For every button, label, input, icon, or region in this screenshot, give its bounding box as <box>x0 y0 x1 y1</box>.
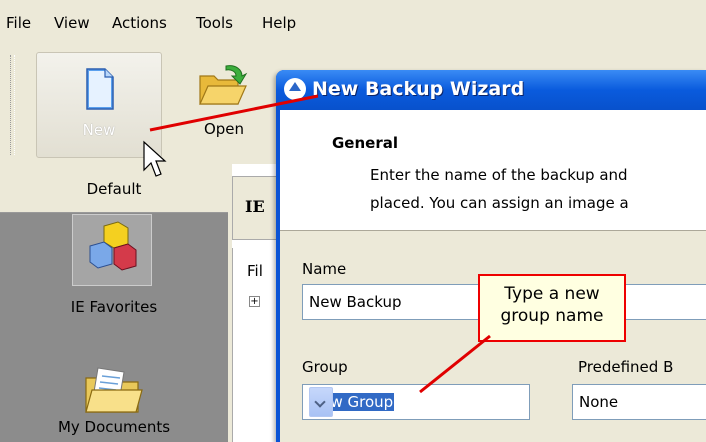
blocks-icon <box>89 221 137 271</box>
section-description: placed. You can assign an image a <box>370 194 629 212</box>
section-title: General <box>332 134 398 152</box>
toolbar-grip[interactable] <box>10 55 15 155</box>
callout-text: Type a new <box>504 284 600 304</box>
name-label: Name <box>302 260 347 278</box>
group-label: Group <box>302 358 348 376</box>
sidebar-tab-label: Default <box>86 180 142 198</box>
new-button-label: New <box>82 121 116 139</box>
open-button-label: Open <box>203 120 245 138</box>
open-button[interactable]: Open <box>184 52 264 156</box>
sidebar-tab-default[interactable]: Default <box>0 164 228 213</box>
menu-tools[interactable]: Tools <box>196 14 233 32</box>
section-description: Enter the name of the backup and <box>370 166 628 184</box>
menu-bar: File View Actions Tools Help <box>0 0 706 40</box>
menu-help[interactable]: Help <box>262 14 296 32</box>
predefined-combo[interactable]: None <box>572 384 706 420</box>
menu-file[interactable]: File <box>6 14 31 32</box>
wizard-title: New Backup Wizard <box>312 78 525 100</box>
menu-view[interactable]: View <box>54 14 90 32</box>
predefined-value: None <box>579 393 619 411</box>
new-document-icon <box>86 68 114 110</box>
column-header[interactable]: Fil <box>247 262 263 280</box>
menu-actions[interactable]: Actions <box>112 14 167 32</box>
expand-icon[interactable]: + <box>249 296 260 307</box>
wizard-app-icon <box>284 78 306 100</box>
wizard-title-bar[interactable]: New Backup Wizard <box>276 70 706 110</box>
folder-icon <box>85 367 143 413</box>
predefined-label: Predefined B <box>578 358 674 376</box>
group-combo[interactable]: New Group <box>302 384 530 420</box>
sidebar-item-label: My Documents <box>57 418 171 436</box>
name-value: New Backup <box>309 293 402 311</box>
content-header-title: IE <box>245 197 265 216</box>
chevron-down-icon[interactable] <box>309 387 333 417</box>
callout-box: Type a new group name <box>478 274 626 342</box>
sidebar-item-label: IE Favorites <box>70 298 158 316</box>
new-button[interactable]: New <box>36 52 162 158</box>
open-folder-icon <box>199 65 248 105</box>
callout-text: group name <box>500 306 604 326</box>
sidebar-item-ie-favorites[interactable] <box>72 214 152 286</box>
